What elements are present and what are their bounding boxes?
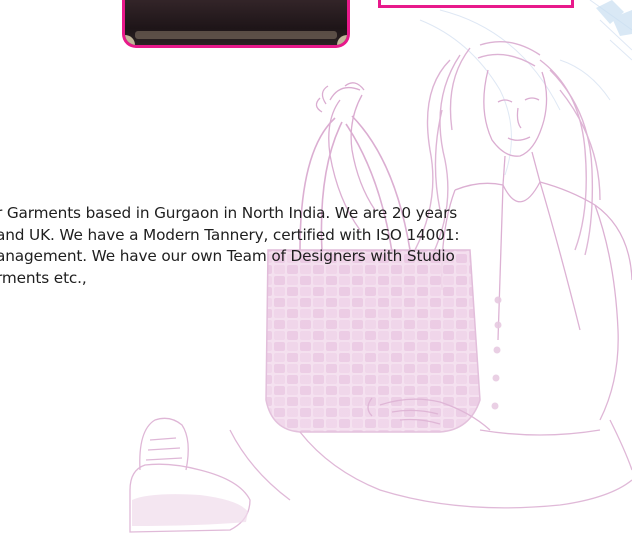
leather-bag-photo[interactable]: [122, 0, 350, 48]
bag-highlight: [135, 31, 337, 39]
intro-line: rments etc.,: [0, 268, 87, 287]
intro-line: and UK. We have a Modern Tannery, certif…: [0, 225, 460, 244]
company-intro-paragraph: r Garments based in Gurgaon in North Ind…: [0, 203, 616, 289]
pink-bordered-panel: [378, 0, 574, 8]
intro-line: r Garments based in Gurgaon in North Ind…: [0, 204, 458, 222]
intro-line: anagement. We have our own Team of Desig…: [0, 247, 455, 265]
page: r Garments based in Gurgaon in North Ind…: [0, 0, 632, 538]
